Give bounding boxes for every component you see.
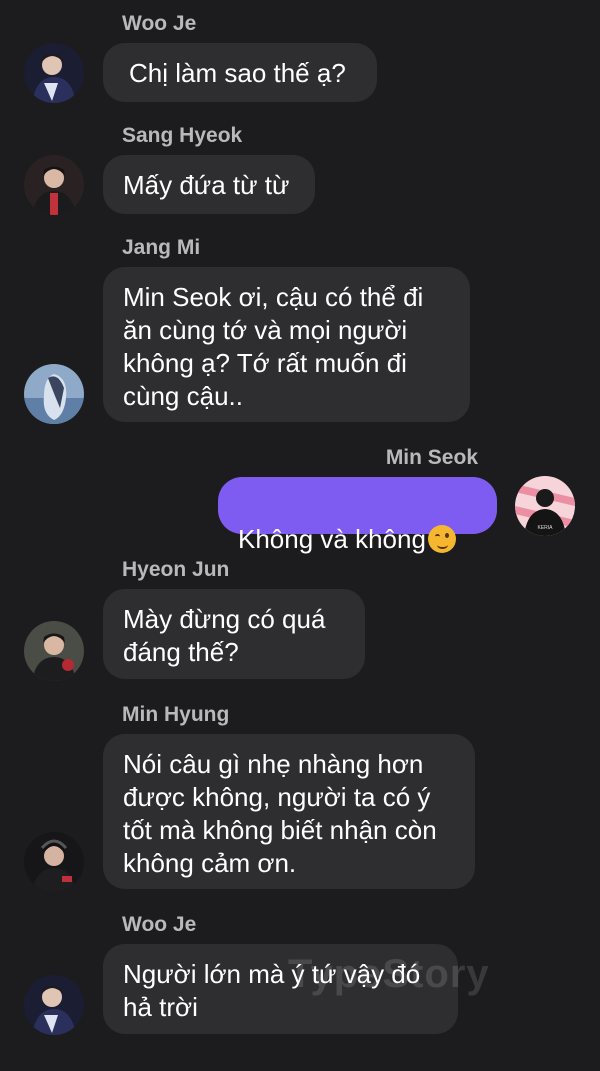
jersey-label: KERIA <box>537 525 553 531</box>
watermark: TypeStory <box>288 952 490 996</box>
sender-name: Jang Mi <box>122 236 201 259</box>
user-avatar[interactable]: KERIA <box>515 476 575 536</box>
user-avatar[interactable] <box>24 621 84 681</box>
message-text: Không và không <box>238 524 426 554</box>
user-avatar[interactable] <box>24 155 84 215</box>
girl-photo-avatar <box>24 364 84 424</box>
player-photo-avatar <box>24 155 84 215</box>
message-bubble[interactable]: Mấy đứa từ từ <box>103 155 315 214</box>
winking-face-icon <box>427 525 456 553</box>
message-bubble[interactable]: Nói câu gì nhẹ nhàng hơn được không, ngư… <box>103 734 475 889</box>
player-photo-avatar <box>24 43 84 103</box>
message-bubble[interactable]: Mày đừng có quá đáng thế? <box>103 589 365 679</box>
player-silhouette-avatar: KERIA <box>515 476 575 536</box>
message-bubble-outgoing[interactable]: Không và không <box>218 477 497 554</box>
sender-name: Sang Hyeok <box>122 124 243 147</box>
user-avatar[interactable] <box>24 43 84 103</box>
player-photo-avatar <box>24 621 84 681</box>
user-avatar[interactable] <box>24 364 84 424</box>
sender-name: Woo Je <box>122 913 197 936</box>
sender-name: Hyeon Jun <box>122 558 230 581</box>
user-avatar[interactable] <box>24 832 84 892</box>
user-avatar[interactable] <box>24 975 84 1035</box>
message-bubble[interactable]: Min Seok ơi, cậu có thể đi ăn cùng tớ và… <box>103 267 470 422</box>
sender-name: Woo Je <box>122 12 197 35</box>
player-photo-avatar <box>24 832 84 892</box>
sender-name: Min Hyung <box>122 703 230 726</box>
player-photo-avatar <box>24 975 84 1035</box>
message-bubble[interactable]: Chị làm sao thế ạ? <box>103 43 377 102</box>
sender-name: Min Seok <box>385 446 478 469</box>
